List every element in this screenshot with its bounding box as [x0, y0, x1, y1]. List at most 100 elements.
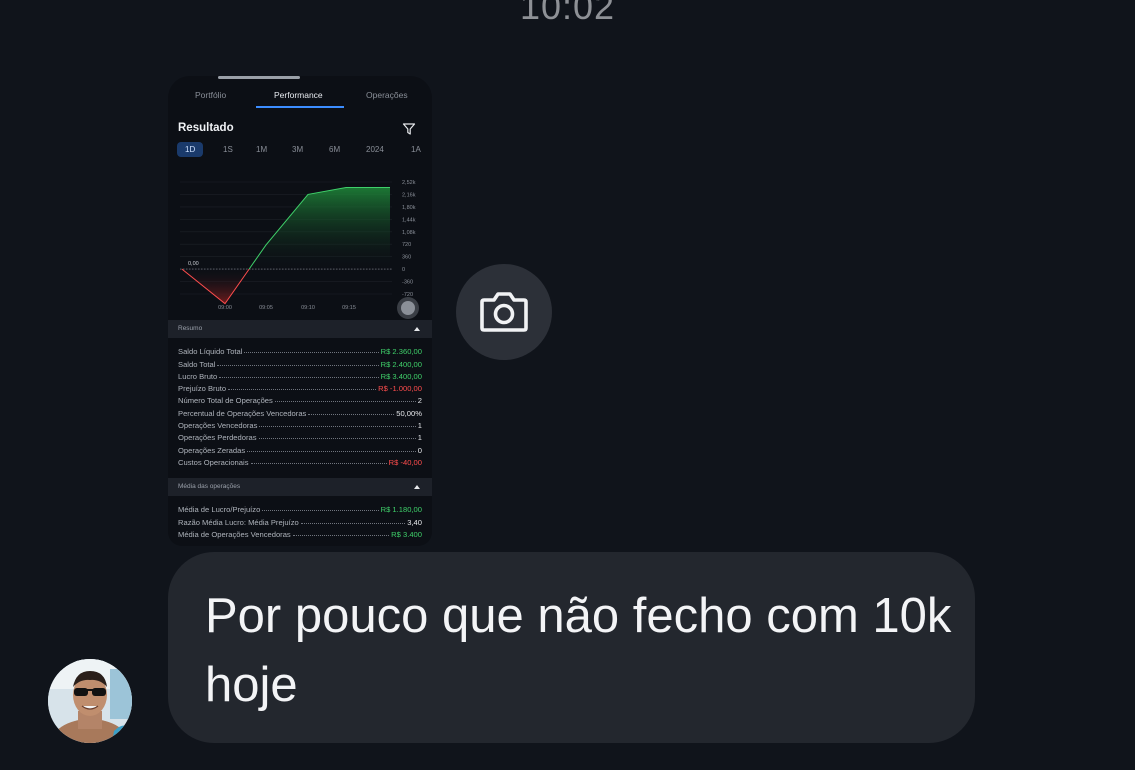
- row-label: Razão Média Lucro: Média Prejuízo: [178, 517, 299, 527]
- y-tick-label: 360: [402, 255, 411, 261]
- dotted-leader: [228, 389, 377, 391]
- list-item: Percentual de Operações Vencedoras 50,00%: [178, 405, 422, 418]
- row-label: Média de Operações Vencedoras: [178, 529, 291, 539]
- list-item: Operações Vencedoras 1: [178, 418, 422, 430]
- period-selector: 1D 1S 1M 3M 6M 2024 1A: [177, 142, 432, 160]
- camera-icon: [480, 292, 528, 332]
- dotted-leader: [250, 462, 387, 464]
- positive-area: [249, 187, 390, 270]
- negative-area: [182, 269, 250, 304]
- dotted-leader: [308, 413, 395, 415]
- row-value: 2: [417, 396, 422, 406]
- x-tick-label: 09:00: [218, 305, 232, 311]
- message-bubble[interactable]: Por pouco que não fecho com 10k hoje: [168, 552, 975, 743]
- row-label: Prejuízo Bruto: [178, 384, 227, 394]
- list-item: Número Total de Operações 2: [178, 393, 422, 405]
- list-item: Lucro Bruto R$ 3.400,00: [178, 369, 422, 381]
- dotted-leader: [262, 510, 379, 512]
- dotted-leader: [274, 401, 416, 403]
- averages-section-header: Média das operações: [168, 478, 432, 496]
- y-tick-label: 2,16k: [402, 192, 416, 198]
- averages-section-label: Média das operações: [178, 483, 241, 490]
- row-value: R$ 3.400: [391, 529, 422, 539]
- row-value: 0: [417, 445, 422, 455]
- x-tick-label: 09:10: [301, 305, 315, 311]
- period-1a: 1A: [411, 145, 421, 154]
- row-label: Operações Perdedoras: [178, 433, 257, 443]
- dotted-leader: [258, 438, 416, 440]
- y-tick-label: 2,52k: [402, 180, 416, 186]
- y-tick-label: -360: [402, 280, 413, 286]
- dotted-leader: [247, 450, 416, 452]
- message-text: Por pouco que não fecho com 10k hoje: [205, 589, 952, 712]
- averages-list: Média de Lucro/Prejuízo R$ 1.180,00 Razão …: [178, 502, 422, 539]
- row-value: R$ -1.000,00: [378, 384, 422, 394]
- y-tick-label: 1,44k: [402, 217, 416, 223]
- list-item: Média de Lucro/Prejuízo R$ 1.180,00: [178, 502, 422, 514]
- row-label: Número Total de Operações: [178, 396, 273, 406]
- row-value: R$ 2.360,00: [380, 347, 422, 357]
- row-value: 1: [417, 421, 422, 431]
- tab-portfolio: Portfólio: [195, 90, 227, 100]
- dotted-leader: [217, 364, 379, 366]
- period-2024: 2024: [366, 145, 384, 154]
- row-value: 50,00%: [396, 408, 422, 418]
- message-timestamp: 10:02: [519, 0, 616, 27]
- dotted-leader: [259, 426, 416, 428]
- filter-icon: [402, 123, 416, 135]
- tab-performance: Performance: [274, 90, 323, 100]
- summary-section-header: Resumo: [168, 320, 432, 338]
- tab-operacoes: Operações: [366, 90, 408, 100]
- collapse-caret-icon: [414, 327, 420, 331]
- screenshot-tab-bar: Portfólio Performance Operações: [168, 84, 432, 110]
- row-value: R$ 1.180,00: [380, 505, 422, 515]
- period-3m: 3M: [292, 145, 304, 154]
- list-item: Operações Zeradas 0: [178, 442, 422, 455]
- y-tick-label: 1,80k: [402, 205, 416, 211]
- collapse-caret-icon: [414, 485, 420, 489]
- chart-scroll-handle-inner: [401, 301, 415, 315]
- dotted-leader: [244, 352, 379, 354]
- row-value: R$ 2.400,00: [380, 359, 422, 369]
- row-label: Percentual de Operações Vencedoras: [178, 408, 307, 418]
- row-label: Saldo Líquido Total: [178, 347, 243, 357]
- dotted-leader: [300, 522, 406, 524]
- list-item: Média de Operações Vencedoras R$ 3.400: [178, 527, 422, 539]
- avatar-photo: [48, 659, 132, 743]
- list-item: Operações Perdedoras 1: [178, 430, 422, 442]
- result-chart: 2,52k2,16k1,80k1,44k1,08k7203600-360-720…: [180, 180, 419, 319]
- period-1s: 1S: [223, 145, 233, 154]
- avatar[interactable]: [48, 659, 132, 743]
- period-1m: 1M: [256, 145, 268, 154]
- row-value: R$ -40,00: [388, 457, 422, 467]
- row-value: 3,40: [407, 517, 422, 527]
- row-label: Saldo Total: [178, 359, 216, 369]
- row-label: Média de Lucro/Prejuízo: [178, 505, 261, 515]
- list-item: Razão Média Lucro: Média Prejuízo 3,40: [178, 514, 422, 527]
- row-label: Operações Vencedoras: [178, 421, 258, 431]
- result-title: Resultado: [178, 122, 234, 134]
- summary-section-label: Resumo: [178, 325, 203, 332]
- active-tab-indicator: [256, 106, 344, 108]
- row-value: 1: [417, 433, 422, 443]
- camera-button[interactable]: [456, 264, 552, 360]
- status-bar-indicator: [218, 76, 300, 79]
- list-item: Saldo Líquido Total R$ 2.360,00: [178, 344, 422, 356]
- list-item: Prejuízo Bruto R$ -1.000,00: [178, 381, 422, 393]
- y-tick-label: 720: [402, 242, 411, 248]
- y-tick-label: 0: [402, 267, 405, 273]
- dotted-leader: [292, 534, 390, 536]
- x-tick-label: 09:05: [259, 305, 273, 311]
- list-item: Custos Operacionais R$ -40,00: [178, 455, 422, 467]
- row-label: Lucro Bruto: [178, 371, 218, 381]
- baseline-label: 0,00: [188, 261, 199, 267]
- period-1d: 1D: [177, 142, 204, 157]
- x-tick-label: 09:15: [342, 305, 356, 311]
- summary-list: Saldo Líquido Total R$ 2.360,00 Saldo Tota…: [178, 344, 422, 467]
- y-tick-label: 1,08k: [402, 230, 416, 236]
- period-6m: 6M: [329, 145, 341, 154]
- shared-screenshot-image[interactable]: Portfólio Performance Operações Resultad…: [168, 76, 432, 546]
- row-label: Custos Operacionais: [178, 457, 249, 467]
- row-value: R$ 3.400,00: [380, 371, 422, 381]
- row-label: Operações Zeradas: [178, 445, 246, 455]
